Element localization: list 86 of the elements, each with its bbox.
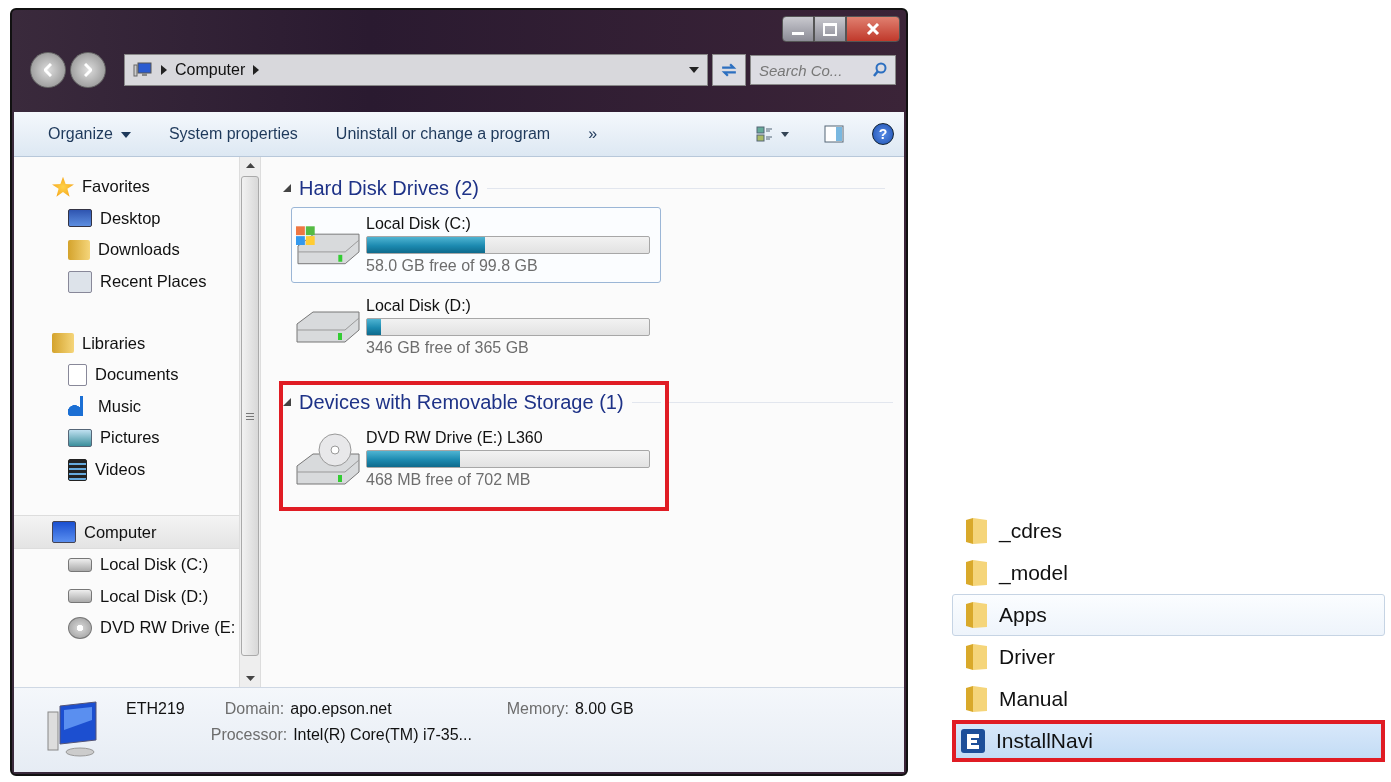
drive-icon	[68, 557, 92, 572]
picture-icon	[68, 428, 92, 447]
sidebar-item[interactable]: Local Disk (D:)	[14, 580, 239, 613]
monitor-icon	[68, 209, 92, 228]
toolbar-button[interactable]: »	[580, 121, 606, 147]
sidebar-item[interactable]: Favorites	[14, 171, 239, 203]
breadcrumb[interactable]: Computer	[175, 61, 246, 79]
folder-icon	[68, 240, 90, 260]
sidebar-item[interactable]: DVD RW Drive (E:	[14, 612, 239, 644]
detail-label: Processor:	[210, 726, 288, 744]
free-space-text: 58.0 GB free of 99.8 GB	[366, 257, 539, 275]
detail-label: Memory:	[506, 700, 569, 718]
grip-icon	[246, 412, 254, 420]
toolbar-button[interactable]: System properties	[160, 121, 306, 147]
pane-icon	[824, 125, 844, 143]
view-list-icon	[756, 126, 790, 142]
sidebar-item[interactable]: Music	[14, 390, 239, 423]
caret-icon	[120, 131, 131, 138]
sidebar-item[interactable]: Documents	[14, 358, 239, 391]
folder-icon	[963, 643, 989, 671]
sidebar-item[interactable]: Pictures	[14, 422, 239, 454]
sidebar-item[interactable]: Recent Places	[14, 265, 239, 298]
file-list-item[interactable]: Apps	[952, 594, 1385, 636]
folder-icon	[963, 559, 989, 587]
drive-name: Local Disk (D:)	[366, 297, 472, 315]
drive-name: DVD RW Drive (E:) L360	[366, 429, 544, 447]
detail-value: apo.epson.net	[290, 700, 392, 718]
folder-icon	[963, 601, 989, 629]
drive-tile[interactable]: Local Disk (C:) 58.0 GB free of 99.8 GB	[291, 207, 661, 283]
scrollbar[interactable]	[239, 157, 260, 687]
scroll-down-icon[interactable]	[245, 676, 255, 681]
computer-icon	[133, 61, 153, 79]
toolbar-button[interactable]: Uninstall or change a program	[327, 121, 559, 147]
collapse-icon[interactable]	[283, 398, 291, 406]
refresh-icon	[721, 63, 737, 77]
chevron-icon	[253, 65, 260, 75]
detail-label: Domain:	[224, 700, 285, 718]
file-list-item[interactable]: Manual	[952, 678, 1385, 720]
file-list-item[interactable]: _cdres	[952, 510, 1385, 552]
sidebar-item[interactable]: Computer	[14, 515, 239, 549]
drive-tile[interactable]: Local Disk (D:) 346 GB free of 365 GB	[291, 289, 661, 365]
free-space-text: 346 GB free of 365 GB	[366, 339, 530, 357]
forward-button[interactable]	[70, 52, 106, 88]
refresh-button[interactable]	[712, 54, 746, 86]
hard-drive-icon	[296, 311, 360, 343]
close-button[interactable]	[846, 16, 900, 42]
sidebar-item[interactable]: Videos	[14, 453, 239, 486]
drive-icon	[68, 589, 92, 604]
detail-value: 8.00 GB	[574, 700, 634, 718]
sidebar-item[interactable]: Downloads	[14, 234, 239, 266]
disc-icon	[68, 616, 92, 639]
computer-name: ETH219	[126, 700, 185, 718]
chevron-icon	[161, 65, 167, 75]
maximize-button[interactable]	[814, 16, 846, 42]
help-button[interactable]: ?	[872, 123, 894, 145]
computer-icon	[52, 521, 76, 544]
sidebar-item[interactable]: Desktop	[14, 202, 239, 235]
sidebar-item[interactable]: Local Disk (C:)	[14, 548, 239, 581]
minimize-button[interactable]	[782, 16, 814, 42]
drive-tile[interactable]: DVD RW Drive (E:) L360 468 MB free of 702 MB	[291, 421, 661, 497]
drive-name: Local Disk (C:)	[366, 215, 472, 233]
document-icon	[68, 363, 87, 386]
detail-value: Intel(R) Core(TM) i7-35...	[293, 726, 472, 744]
collapse-icon[interactable]	[283, 184, 291, 192]
free-space-text: 468 MB free of 702 MB	[366, 471, 532, 489]
hard-drive-icon	[296, 225, 360, 265]
app-icon	[960, 728, 986, 754]
back-button[interactable]	[30, 52, 66, 88]
search-field[interactable]: Search Co...	[750, 55, 896, 85]
sidebar-item[interactable]: Libraries	[14, 327, 239, 359]
scroll-up-icon[interactable]	[245, 163, 255, 168]
disc-drive-icon	[296, 433, 360, 485]
dropdown-icon	[689, 67, 699, 73]
search-icon	[872, 62, 888, 78]
folder-icon	[52, 333, 74, 354]
file-list-item[interactable]: _model	[952, 552, 1385, 594]
film-icon	[68, 458, 87, 481]
toolbar-button[interactable]: Organize	[40, 121, 139, 147]
group-heading: Hard Disk Drives (2)	[299, 176, 480, 200]
folder-icon	[963, 517, 989, 545]
file-list-item[interactable]: InstallNavi	[952, 720, 1385, 762]
folder-icon	[963, 685, 989, 713]
address-bar[interactable]: Computer	[124, 54, 708, 86]
close-icon	[866, 23, 880, 35]
file-list-item[interactable]: Driver	[952, 636, 1385, 678]
group-heading: Devices with Removable Storage (1)	[299, 390, 624, 414]
